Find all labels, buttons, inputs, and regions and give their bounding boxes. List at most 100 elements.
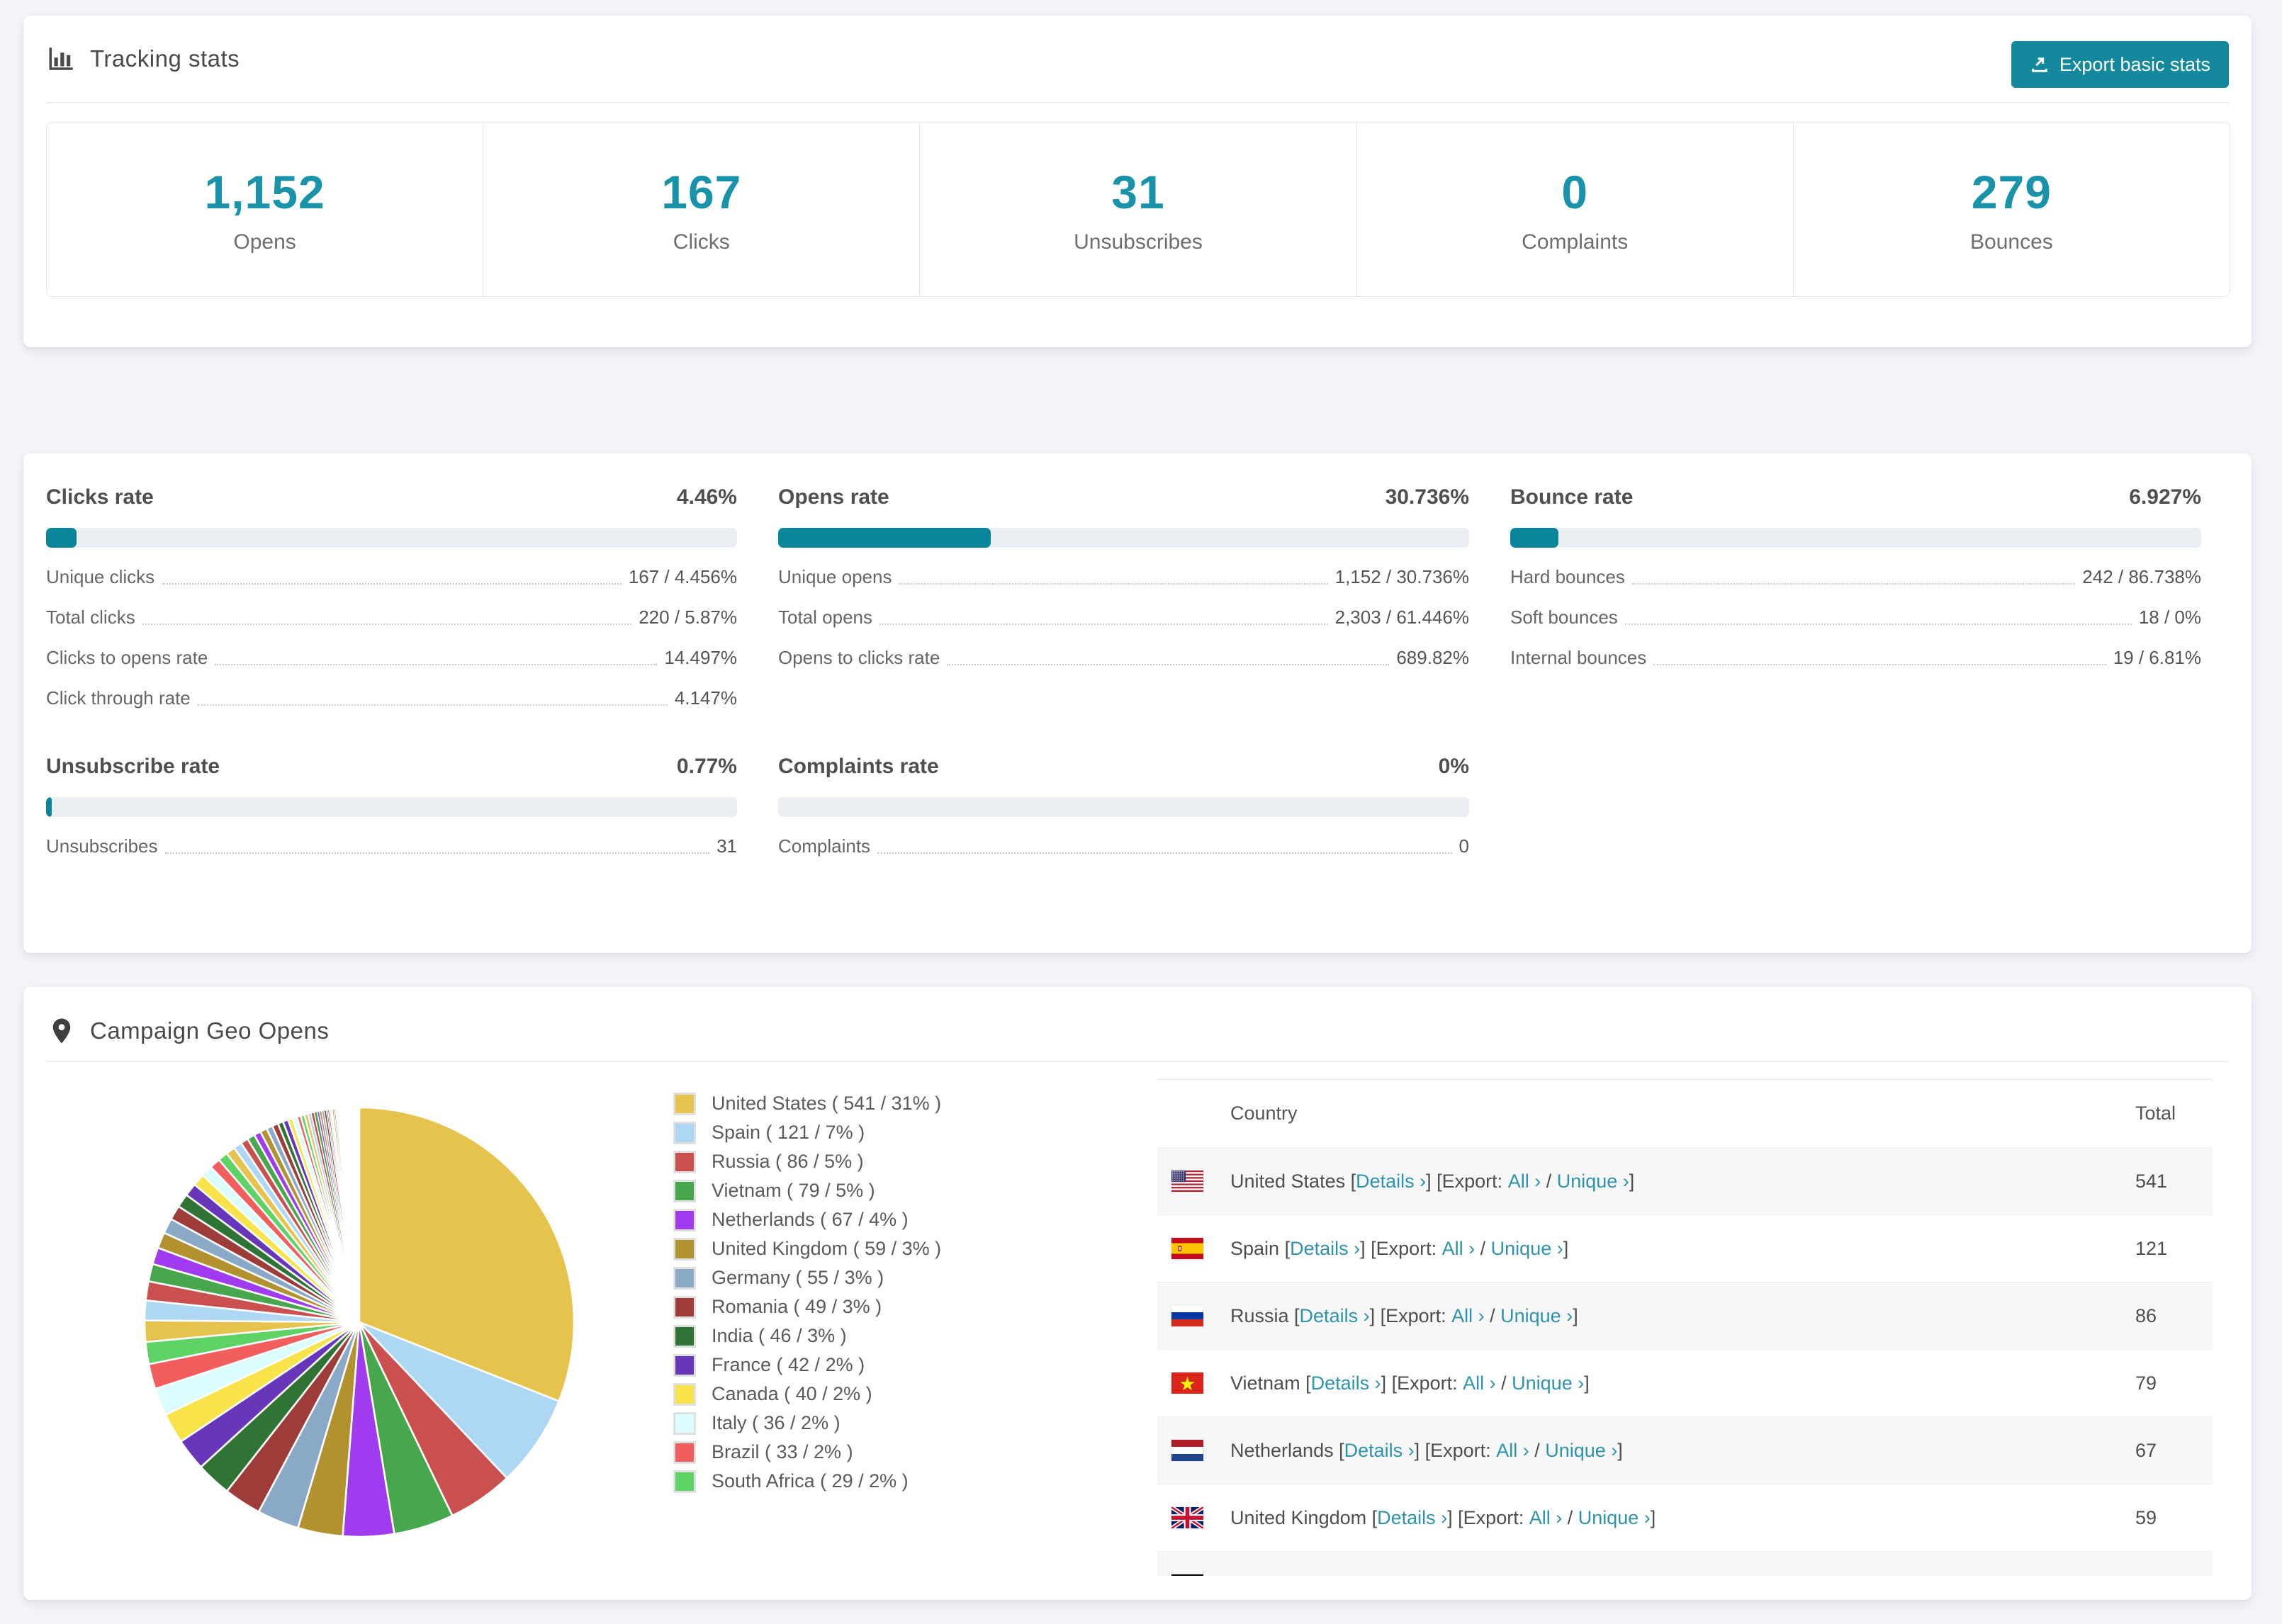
legend-label: Canada ( 40 / 2% ) xyxy=(712,1383,872,1404)
rate-detail-row: Soft bounces 18 / 0% xyxy=(1510,607,2201,628)
rate-value: 0% xyxy=(1438,755,1469,778)
text-glue: / xyxy=(1541,1170,1557,1192)
details-link-nl[interactable]: Details › xyxy=(1344,1440,1415,1462)
rate-detail-row: Unsubscribes 31 xyxy=(46,835,737,857)
bar-chart-icon xyxy=(46,43,77,74)
rate-progress-bar xyxy=(46,797,737,817)
export-all-link-us[interactable]: All › xyxy=(1508,1171,1541,1192)
text-glue: ] [Export: xyxy=(1381,1372,1463,1394)
export-unique-link-de[interactable]: Unique › xyxy=(1521,1574,1593,1577)
rate-value: 30.736% xyxy=(1385,485,1469,509)
geo-opens-pie-chart[interactable] xyxy=(140,1103,579,1542)
detail-value: 18 / 0% xyxy=(2138,607,2201,628)
legend-label: United States ( 541 / 31% ) xyxy=(712,1093,942,1114)
text-glue: ] xyxy=(1650,1506,1656,1528)
text-glue: ] [Export: xyxy=(1360,1237,1442,1259)
rate-value: 0.77% xyxy=(676,755,737,778)
detail-value: 1,152 / 30.736% xyxy=(1334,566,1469,587)
details-link-es[interactable]: Details › xyxy=(1290,1238,1360,1260)
geo-table-row-nl: Netherlands [Details ›] [Export: All › /… xyxy=(1157,1416,2213,1484)
text-glue: [ xyxy=(1288,1304,1300,1326)
export-all-link-es[interactable]: All › xyxy=(1442,1238,1476,1260)
column-header-country: Country xyxy=(1230,1103,1298,1124)
stat-card-unsubscribes: 31 Unsubscribes xyxy=(919,123,1356,296)
text-glue: ] xyxy=(1617,1439,1623,1461)
rate-detail-row: Total opens 2,303 / 61.446% xyxy=(778,607,1469,628)
nl-flag-icon xyxy=(1171,1440,1203,1461)
dotted-leader xyxy=(1624,624,2132,625)
text-glue: [ xyxy=(1333,1439,1344,1461)
text-glue: ] xyxy=(1629,1170,1635,1192)
legend-item-france[interactable]: France ( 42 / 2% ) xyxy=(673,1350,941,1380)
legend-item-russia[interactable]: Russia ( 86 / 5% ) xyxy=(673,1147,941,1176)
legend-item-italy[interactable]: Italy ( 36 / 2% ) xyxy=(673,1409,941,1438)
stat-card-complaints: 0 Complaints xyxy=(1356,123,1793,296)
legend-item-india[interactable]: India ( 46 / 3% ) xyxy=(673,1321,941,1350)
details-link-ru[interactable]: Details › xyxy=(1300,1305,1370,1327)
legend-color-swatch xyxy=(673,1411,696,1435)
legend-item-romania[interactable]: Romania ( 49 / 3% ) xyxy=(673,1292,941,1321)
export-all-link-gb[interactable]: All › xyxy=(1529,1507,1563,1529)
legend-item-spain[interactable]: Spain ( 121 / 7% ) xyxy=(673,1118,941,1147)
export-unique-link-nl[interactable]: Unique › xyxy=(1545,1440,1617,1462)
geo-table-row-us: United States [Details ›] [Export: All ›… xyxy=(1157,1147,2213,1214)
stats-summary-row: 1,152 Opens 167 Clicks 31 Unsubscribes 0 Compla… xyxy=(46,122,2230,297)
export-all-link-vn[interactable]: All › xyxy=(1463,1372,1496,1394)
legend-label: Spain ( 121 / 7% ) xyxy=(712,1122,865,1143)
stat-value: 31 xyxy=(1111,165,1165,218)
export-unique-link-ru[interactable]: Unique › xyxy=(1500,1305,1573,1327)
gb-flag-icon xyxy=(1171,1507,1203,1528)
dotted-leader xyxy=(142,624,632,625)
text-glue: ] xyxy=(1573,1304,1578,1326)
export-unique-link-gb[interactable]: Unique › xyxy=(1578,1507,1651,1529)
export-basic-stats-button[interactable]: Export basic stats xyxy=(2011,41,2229,88)
legend-item-brazil[interactable]: Brazil ( 33 / 2% ) xyxy=(673,1438,941,1467)
details-link-gb[interactable]: Details › xyxy=(1377,1507,1447,1529)
text-glue: ] xyxy=(1584,1372,1590,1394)
legend-label: United Kingdom ( 59 / 3% ) xyxy=(712,1238,942,1259)
campaign-geo-opens-card: Campaign Geo Opens United States ( 541 /… xyxy=(23,987,2252,1600)
dotted-leader xyxy=(947,664,1390,665)
text-glue: [ xyxy=(1345,1170,1356,1192)
legend-color-swatch xyxy=(673,1121,696,1144)
country-total: 541 xyxy=(2135,1170,2168,1192)
detail-value: 220 / 5.87% xyxy=(639,607,737,628)
legend-item-united-states[interactable]: United States ( 541 / 31% ) xyxy=(673,1089,941,1118)
stat-label: Clicks xyxy=(673,230,730,254)
export-all-link-nl[interactable]: All › xyxy=(1496,1440,1529,1462)
export-all-link-de[interactable]: All › xyxy=(1472,1574,1505,1577)
detail-label: Unsubscribes xyxy=(46,835,158,857)
legend-label: Russia ( 86 / 5% ) xyxy=(712,1151,864,1172)
rates-grid: Clicks rate 4.46% Unique clicks 167 / 4.456… xyxy=(46,485,2229,857)
export-unique-link-us[interactable]: Unique › xyxy=(1557,1171,1629,1192)
text-glue: / xyxy=(1562,1506,1578,1528)
detail-label: Opens to clicks rate xyxy=(778,647,940,668)
stat-value: 279 xyxy=(1971,165,2052,218)
rates-card: Clicks rate 4.46% Unique clicks 167 / 4.456… xyxy=(23,453,2252,953)
legend-color-swatch xyxy=(673,1266,696,1290)
legend-item-germany[interactable]: Germany ( 55 / 3% ) xyxy=(673,1263,941,1292)
stat-value: 167 xyxy=(661,165,742,218)
detail-value: 242 / 86.738% xyxy=(2082,566,2201,587)
details-link-de[interactable]: Details › xyxy=(1320,1574,1390,1577)
export-all-link-ru[interactable]: All › xyxy=(1451,1305,1485,1327)
country-name: Netherlands xyxy=(1230,1439,1334,1461)
legend-item-netherlands[interactable]: Netherlands ( 67 / 4% ) xyxy=(673,1205,941,1234)
stat-label: Opens xyxy=(233,230,296,254)
export-unique-link-vn[interactable]: Unique › xyxy=(1512,1372,1584,1394)
detail-label: Clicks to opens rate xyxy=(46,647,208,668)
dotted-leader xyxy=(164,852,710,854)
legend-item-canada[interactable]: Canada ( 40 / 2% ) xyxy=(673,1380,941,1409)
vn-flag-icon xyxy=(1171,1372,1203,1394)
export-unique-link-es[interactable]: Unique › xyxy=(1491,1238,1563,1260)
details-link-vn[interactable]: Details › xyxy=(1311,1372,1381,1394)
legend-item-united-kingdom[interactable]: United Kingdom ( 59 / 3% ) xyxy=(673,1234,941,1263)
rate-progress-bar xyxy=(778,528,1469,548)
country-total: 55 xyxy=(2135,1574,2157,1577)
legend-item-vietnam[interactable]: Vietnam ( 79 / 5% ) xyxy=(673,1176,941,1205)
stat-label: Complaints xyxy=(1522,230,1629,254)
legend-color-swatch xyxy=(673,1092,696,1115)
details-link-us[interactable]: Details › xyxy=(1356,1171,1426,1192)
text-glue: [ xyxy=(1309,1574,1320,1577)
legend-item-south-africa[interactable]: South Africa ( 29 / 2% ) xyxy=(673,1467,941,1496)
